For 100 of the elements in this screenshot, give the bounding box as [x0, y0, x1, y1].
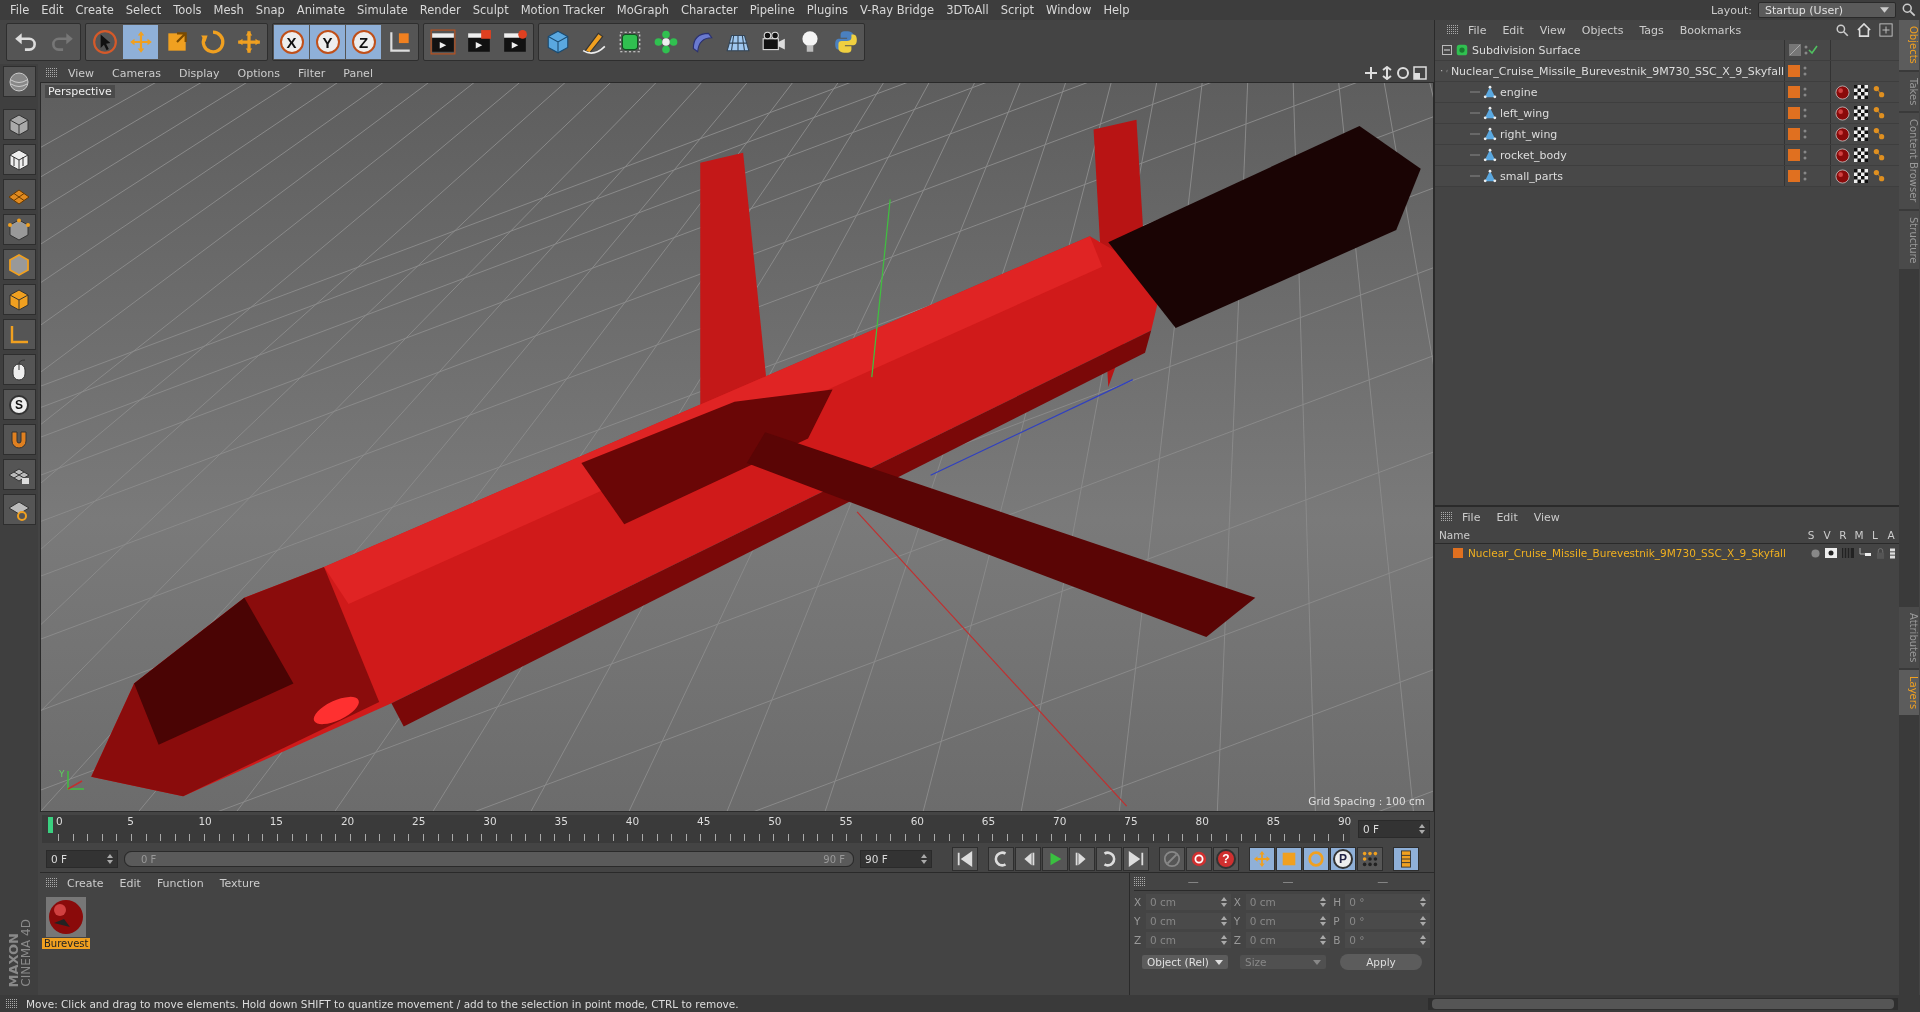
- object-row[interactable]: engine: [1435, 82, 1899, 103]
- texture-plane-button[interactable]: [2, 179, 36, 210]
- checker-tag-icon[interactable]: [1854, 106, 1868, 120]
- object-row[interactable]: Nuclear_Cruise_Missile_Burevestnik_9M730_SSC_X_9_Skyfall: [1435, 61, 1899, 82]
- menu-item[interactable]: Animate: [290, 3, 351, 17]
- layer-row[interactable]: Nuclear_Cruise_Missile_Burevestnik_9M730_SSC_X_9_Skyfall: [1435, 544, 1899, 562]
- start-frame-field[interactable]: 0 F: [46, 850, 118, 868]
- object-row[interactable]: left_wing: [1435, 103, 1899, 124]
- y-axis-button[interactable]: Y: [310, 25, 345, 59]
- sphere-button[interactable]: [2, 66, 36, 97]
- material-tag-icon[interactable]: [1835, 84, 1850, 100]
- dots-tag-icon[interactable]: [1872, 127, 1886, 141]
- layer-swatch-icon[interactable]: [1788, 148, 1808, 162]
- object-name[interactable]: rocket_body: [1500, 148, 1567, 162]
- scale-key-button[interactable]: [1276, 847, 1302, 871]
- record-button[interactable]: [1186, 847, 1212, 871]
- menu-item[interactable]: Bookmarks: [1672, 23, 1749, 37]
- z-axis-button[interactable]: Z: [346, 25, 381, 59]
- go-to-end-button[interactable]: [1123, 847, 1149, 871]
- object-row[interactable]: right_wing: [1435, 124, 1899, 145]
- visible-icon[interactable]: [1825, 548, 1837, 558]
- menu-item[interactable]: Filter: [290, 66, 334, 80]
- material-name[interactable]: Burevest: [42, 938, 91, 949]
- menu-item[interactable]: Script: [994, 3, 1041, 17]
- menu-item[interactable]: Window: [1040, 3, 1098, 17]
- object-row[interactable]: small_parts: [1435, 166, 1899, 187]
- menu-item[interactable]: File: [1455, 510, 1488, 524]
- layer-swatch-icon[interactable]: [1788, 169, 1808, 183]
- menu-item[interactable]: Create: [69, 3, 120, 17]
- menu-item[interactable]: Simulate: [351, 3, 414, 17]
- parameter-key-button[interactable]: P: [1330, 847, 1356, 871]
- cube-points-button[interactable]: [2, 214, 36, 245]
- mouse-button[interactable]: [2, 354, 36, 385]
- menu-item[interactable]: Function: [149, 876, 211, 890]
- enabled-check-icon[interactable]: [1788, 43, 1818, 57]
- axis-button[interactable]: [2, 319, 36, 350]
- material-tag-icon[interactable]: [1835, 147, 1850, 163]
- collapse-icon[interactable]: [1442, 45, 1452, 55]
- menu-item[interactable]: V-Ray Bridge: [854, 3, 941, 17]
- go-to-start-button[interactable]: [952, 847, 978, 871]
- menu-item[interactable]: Render: [413, 3, 467, 17]
- object-name[interactable]: engine: [1500, 85, 1538, 99]
- point-level-button[interactable]: [1357, 847, 1383, 871]
- menu-item[interactable]: Edit: [112, 876, 148, 890]
- home-icon[interactable]: [1857, 23, 1871, 37]
- menu-item[interactable]: Snap: [249, 3, 291, 17]
- menu-item[interactable]: Edit: [1495, 23, 1531, 37]
- object-name[interactable]: small_parts: [1500, 169, 1564, 183]
- menu-item[interactable]: Panel: [335, 66, 381, 80]
- material-ball-icon[interactable]: [46, 897, 87, 937]
- next-frame-button[interactable]: [1069, 847, 1095, 871]
- timeline-ruler[interactable]: 0 5 10 15 20 25 30 35 40 45 50 55 60 65 70 75 80 85 90: [42, 815, 1350, 843]
- dots-tag-icon[interactable]: [1872, 106, 1886, 120]
- menu-item[interactable]: Edit: [1489, 510, 1525, 524]
- menu-item[interactable]: Select: [119, 3, 168, 17]
- solo-icon[interactable]: [1811, 548, 1820, 558]
- manager-icon[interactable]: [1859, 548, 1871, 558]
- menu-item[interactable]: View: [60, 66, 103, 80]
- layer-swatch-icon[interactable]: [1788, 64, 1808, 78]
- menu-item[interactable]: Help: [1097, 3, 1136, 17]
- viewport[interactable]: Perspective Grid Spacing : 100 cm Y: [40, 82, 1434, 812]
- checker-tag-icon[interactable]: [1854, 127, 1868, 141]
- layout-dropdown[interactable]: Startup (User): [1758, 2, 1896, 18]
- menu-item[interactable]: Create: [60, 876, 111, 890]
- search-icon[interactable]: [1836, 23, 1849, 37]
- menu-item[interactable]: Cameras: [104, 66, 169, 80]
- menu-item[interactable]: Plugins: [800, 3, 855, 17]
- scrollbar-thumb[interactable]: [1432, 998, 1894, 1009]
- next-key-button[interactable]: [1096, 847, 1122, 871]
- navigation-icons[interactable]: [1364, 66, 1428, 80]
- menu-item[interactable]: Tags: [1632, 23, 1671, 37]
- menu-item[interactable]: Objects: [1574, 23, 1631, 37]
- object-name[interactable]: Nuclear_Cruise_Missile_Burevestnik_9M730_SSC_X_9_Skyfall: [1450, 64, 1784, 78]
- menu-item[interactable]: View: [1532, 23, 1573, 37]
- object-name[interactable]: left_wing: [1500, 106, 1550, 120]
- layer-swatch-icon[interactable]: [1788, 106, 1808, 120]
- animation-icon[interactable]: [1890, 547, 1895, 559]
- grid-rotate-button[interactable]: [2, 494, 36, 525]
- object-row[interactable]: Subdivision Surface: [1435, 40, 1899, 61]
- current-frame-field[interactable]: 0 F: [1358, 820, 1430, 838]
- cube-polygons-button[interactable]: [2, 284, 36, 315]
- checker-tag-icon[interactable]: [1854, 169, 1868, 183]
- menu-item[interactable]: MoGraph: [610, 3, 676, 17]
- dots-tag-icon[interactable]: [1872, 85, 1886, 99]
- previous-frame-button[interactable]: [1015, 847, 1041, 871]
- menu-item[interactable]: Motion Tracker: [514, 3, 611, 17]
- menu-item[interactable]: Mesh: [207, 3, 250, 17]
- cube-button[interactable]: [2, 109, 36, 140]
- material-tag-icon[interactable]: [1835, 168, 1850, 184]
- new-window-icon[interactable]: [1879, 23, 1893, 37]
- menu-item[interactable]: Edit: [35, 3, 70, 17]
- previous-key-button[interactable]: [988, 847, 1014, 871]
- layer-swatch-icon[interactable]: [1788, 85, 1808, 99]
- menu-item[interactable]: Character: [675, 3, 744, 17]
- layer-name[interactable]: Nuclear_Cruise_Missile_Burevestnik_9M730_SSC_X_9_Skyfall: [1468, 547, 1806, 559]
- checker-cube-button[interactable]: [2, 144, 36, 175]
- object-name[interactable]: right_wing: [1500, 127, 1558, 141]
- menu-item[interactable]: Pipeline: [743, 3, 801, 17]
- dots-tag-icon[interactable]: [1872, 148, 1886, 162]
- menu-item[interactable]: Sculpt: [466, 3, 515, 17]
